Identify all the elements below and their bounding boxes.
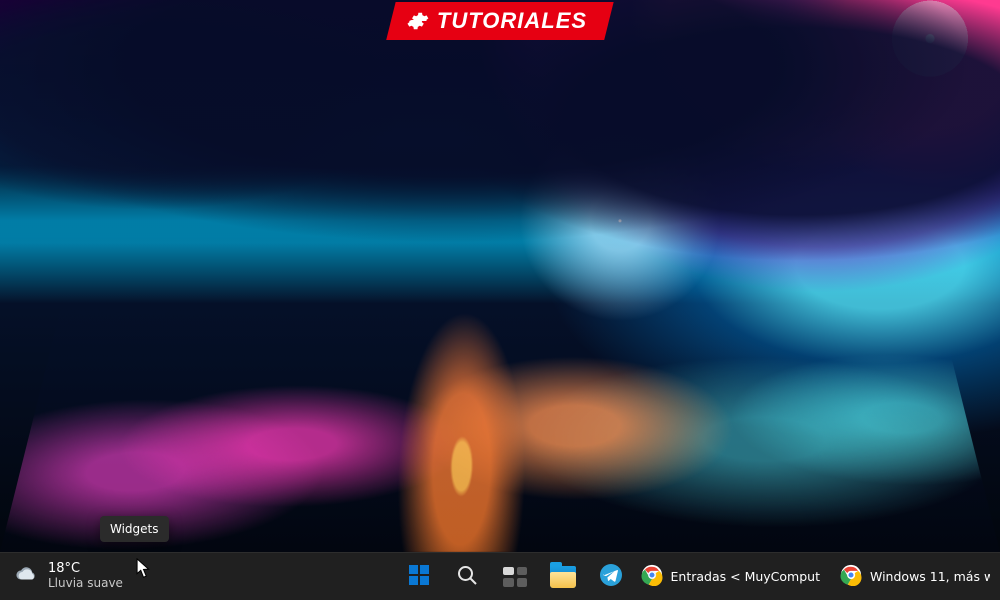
mouse-cursor [136,558,151,580]
taskbar-running-apps: Entradas < MuyComput Windows 11, más wid… [633,553,1000,600]
weather-temperature: 18°C [48,562,123,577]
file-explorer-button[interactable] [541,555,585,599]
chrome-window-1[interactable]: Entradas < MuyComput [633,555,830,599]
folder-icon [550,566,576,588]
search-icon [455,563,479,591]
weather-cloud-icon [14,563,38,591]
window-title: Entradas < MuyComput [671,569,820,584]
tutoriales-badge: TUTORIALES [386,2,614,40]
chrome-window-2[interactable]: Windows 11, más widge [832,555,1000,599]
telegram-icon [599,563,623,591]
windows-logo-icon [407,563,431,591]
window-title: Windows 11, más widge [870,569,990,584]
gear-icon [407,10,429,32]
search-button[interactable] [445,555,489,599]
widgets-tooltip: Widgets [100,516,169,542]
badge-label: TUTORIALES [437,8,587,34]
widgets-button[interactable]: 18°C Lluvia suave [0,553,137,600]
task-view-icon [503,567,527,587]
telegram-button[interactable] [589,555,633,599]
chrome-icon [641,564,663,590]
start-button[interactable] [397,555,441,599]
chrome-icon [840,564,862,590]
weather-condition: Lluvia suave [48,577,123,591]
desktop-wallpaper[interactable] [0,0,1000,552]
task-view-button[interactable] [493,555,537,599]
